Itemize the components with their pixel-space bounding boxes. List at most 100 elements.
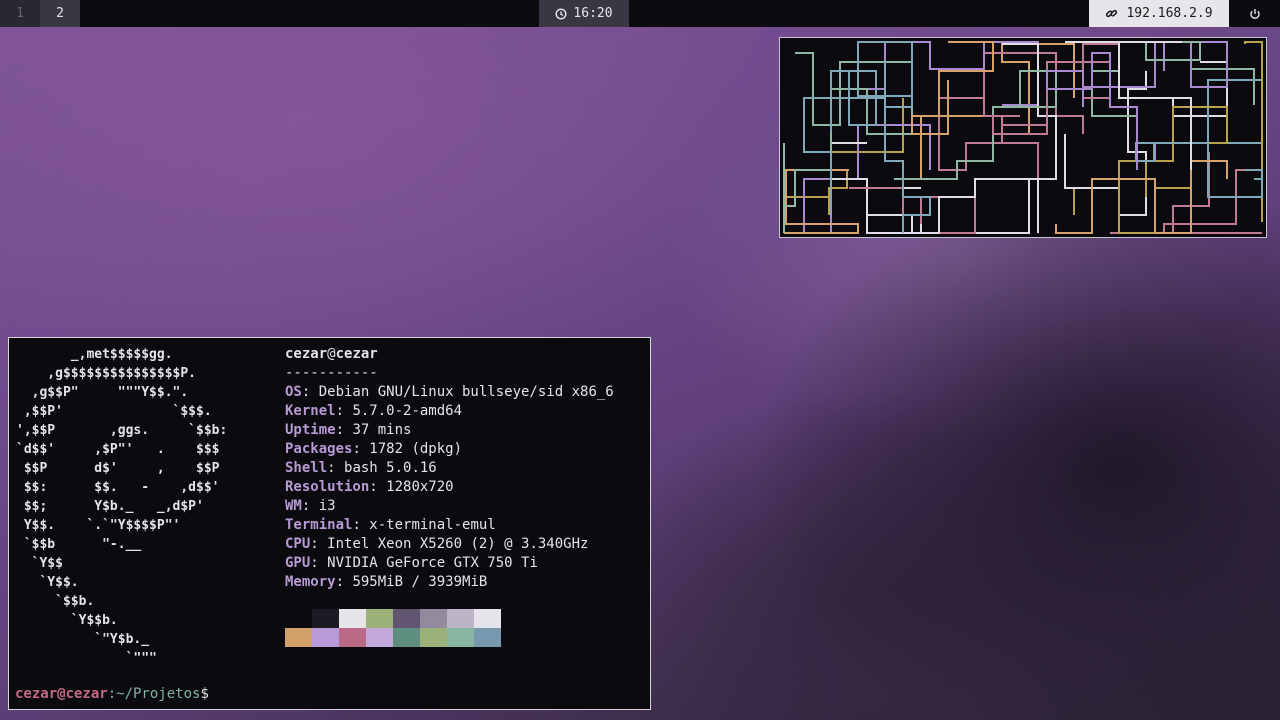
info-row-kernel: Kernel: 5.7.0-2-amd64 <box>285 403 463 419</box>
pipe-segment <box>1083 41 1255 105</box>
workspace-1-button[interactable]: 1 <box>0 0 40 27</box>
info-value: 1280x720 <box>386 479 454 495</box>
info-key: Resolution <box>285 479 370 495</box>
info-value: Intel Xeon X5260 (2) @ 3.340GHz <box>327 536 589 552</box>
info-key: WM <box>285 498 302 514</box>
logo-line: ,$$P' `$$$. <box>16 404 212 419</box>
pipe-segment <box>983 52 1084 206</box>
info-row-cpu: CPU: Intel Xeon X5260 (2) @ 3.340GHz <box>285 536 589 552</box>
logo-line: `d$$' ,$P"' . $$$ <box>16 442 220 457</box>
palette-swatch <box>312 628 339 647</box>
pipe-segment <box>1064 71 1147 216</box>
clock-icon <box>555 7 567 20</box>
hostname: cezar <box>335 346 378 362</box>
info-key: CPU <box>285 536 311 552</box>
pipe-segment <box>1055 160 1228 234</box>
logo-line: `$$b. <box>16 594 95 609</box>
username: cezar <box>285 346 328 362</box>
info-key: OS <box>285 384 302 400</box>
pipe-segment <box>1172 61 1228 144</box>
palette-swatch <box>285 609 312 628</box>
power-button[interactable] <box>1229 0 1280 27</box>
palette-swatch <box>312 609 339 628</box>
debian-ascii-logo: _,met$$$$$gg. ,g$$$$$$$$$$$$$$$P. ,g$$P"… <box>16 345 227 668</box>
logo-line: $$: $$. - ,d$$' <box>16 480 220 495</box>
shell-prompt[interactable]: cezar@cezar:~/Projetos$ <box>15 686 209 702</box>
pipe-segment <box>911 41 994 135</box>
info-value: x-terminal-emul <box>369 517 496 533</box>
network-ip: 192.168.2.9 <box>1126 6 1213 21</box>
info-row-terminal: Terminal: x-terminal-emul <box>285 517 496 533</box>
palette-swatch <box>474 628 501 647</box>
info-row-memory: Memory: 595MiB / 3939MiB <box>285 574 488 590</box>
palette-swatch <box>339 609 366 628</box>
info-value: 595MiB / 3939MiB <box>352 574 488 590</box>
logo-line: `Y$$. <box>16 575 79 590</box>
info-key: Packages <box>285 441 353 457</box>
link-icon <box>1105 7 1118 20</box>
top-bar: 1 2 16:20 192.168.2.9 <box>0 0 1280 27</box>
info-row-uptime: Uptime: 37 mins <box>285 422 412 438</box>
logo-line: $$P d$' , $$P <box>16 461 220 476</box>
palette-swatch <box>474 609 501 628</box>
info-key: GPU <box>285 555 311 571</box>
logo-line: `Y$$ <box>16 556 63 571</box>
info-row-os: OS: Debian GNU/Linux bullseye/sid x86_6 <box>285 384 614 400</box>
info-value: 37 mins <box>352 422 412 438</box>
info-value: bash 5.0.16 <box>344 460 437 476</box>
logo-line: `$$b "-.__ <box>16 537 142 552</box>
network-widget[interactable]: 192.168.2.9 <box>1089 0 1229 27</box>
palette-swatch <box>420 628 447 647</box>
pipe-segment <box>966 43 1057 234</box>
system-info: cezar@cezar ----------- OS: Debian GNU/L… <box>285 345 614 592</box>
logo-line: $$; Y$b._ _,d$P' <box>16 499 204 514</box>
palette-swatch <box>420 609 447 628</box>
color-palette <box>285 609 501 647</box>
clock-widget[interactable]: 16:20 <box>539 0 629 27</box>
palette-swatch <box>393 609 420 628</box>
palette-swatch <box>285 628 312 647</box>
palette-swatch <box>366 609 393 628</box>
prompt-symbol: $ <box>200 686 209 702</box>
pipes-animation <box>783 41 1263 234</box>
pipe-segment <box>1082 41 1228 88</box>
info-value: NVIDIA GeForce GTX 750 Ti <box>327 555 538 571</box>
logo-line: `""" <box>16 651 157 666</box>
pipe-segment <box>920 43 1075 179</box>
info-row-gpu: GPU: NVIDIA GeForce GTX 750 Ti <box>285 555 538 571</box>
terminal-window[interactable]: _,met$$$$$gg. ,g$$$$$$$$$$$$$$$P. ,g$$P"… <box>8 337 651 710</box>
info-row-shell: Shell: bash 5.0.16 <box>285 460 437 476</box>
workspace-2-button[interactable]: 2 <box>40 0 80 27</box>
clock-time: 16:20 <box>573 6 613 21</box>
logo-line: ,g$$P" """Y$$.". <box>16 385 189 400</box>
info-key: Kernel <box>285 403 336 419</box>
pipe-segment <box>1110 152 1210 234</box>
info-value: Debian GNU/Linux bullseye/sid x86_6 <box>318 384 614 400</box>
info-row-resolution: Resolution: 1280x720 <box>285 479 454 495</box>
info-key: Uptime <box>285 422 336 438</box>
info-value: 1782 (dpkg) <box>369 441 463 457</box>
info-value: 5.7.0-2-amd64 <box>352 403 463 419</box>
logo-line: ',$$P ,ggs. `$$b: <box>16 423 228 438</box>
info-value: i3 <box>318 498 336 514</box>
logo-line: `Y$$b. <box>16 613 118 628</box>
prompt-path: :~/Projetos <box>107 686 201 702</box>
separator-line: ----------- <box>285 365 378 381</box>
palette-swatch <box>447 628 474 647</box>
info-key: Terminal <box>285 517 353 533</box>
prompt-user-host: cezar@cezar <box>15 686 108 702</box>
palette-swatch <box>339 628 366 647</box>
pipes-terminal-window[interactable] <box>779 37 1267 238</box>
palette-swatch <box>366 628 393 647</box>
info-row-wm: WM: i3 <box>285 498 336 514</box>
pipe-segment <box>1163 169 1263 234</box>
logo-line: `"Y$b._ <box>16 632 150 647</box>
info-row-packages: Packages: 1782 (dpkg) <box>285 441 463 457</box>
logo-line: ,g$$$$$$$$$$$$$$$P. <box>16 366 197 381</box>
logo-line: _,met$$$$$gg. <box>16 347 173 362</box>
info-key: Memory <box>285 574 336 590</box>
info-key: Shell <box>285 460 328 476</box>
user-host-line: cezar@cezar <box>285 346 378 362</box>
palette-swatch <box>393 628 420 647</box>
power-icon <box>1249 8 1261 20</box>
